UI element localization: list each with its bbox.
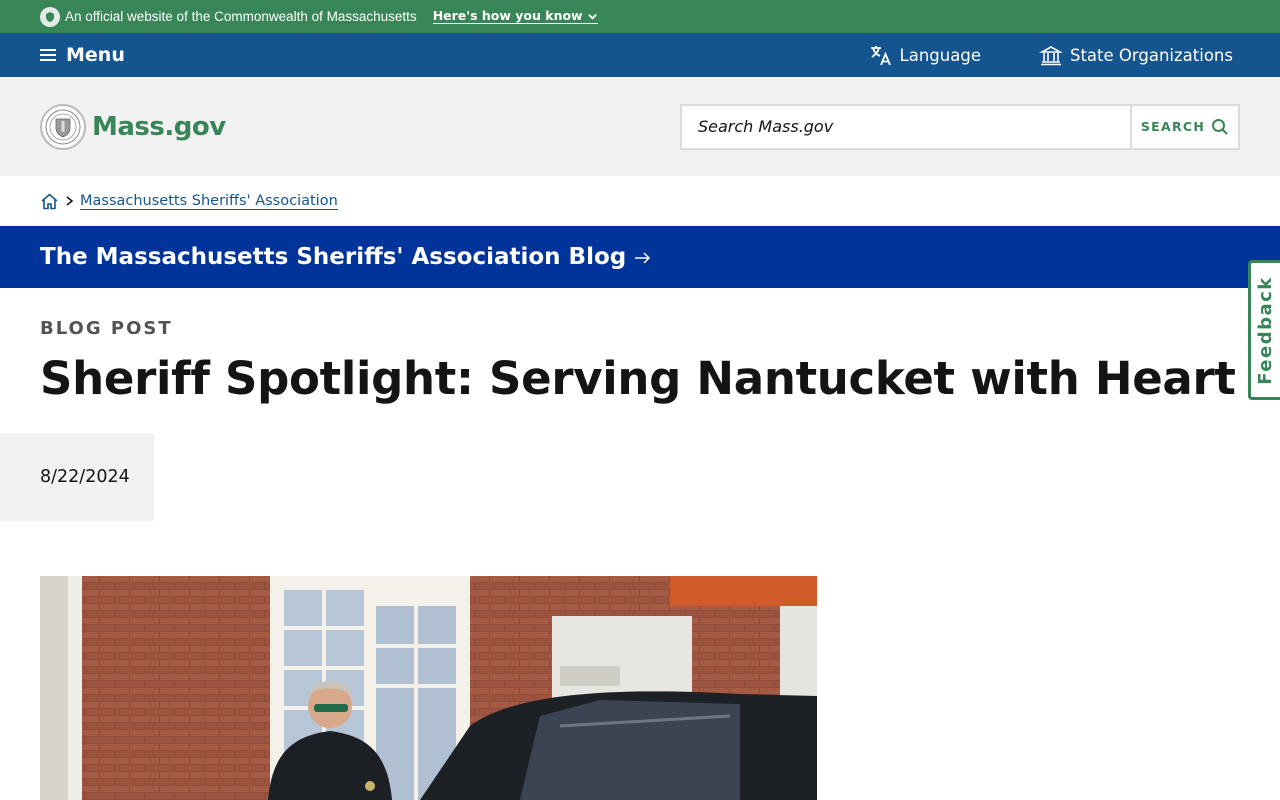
breadcrumb: Massachusetts Sheriffs' Association: [0, 176, 1280, 226]
translate-icon: [870, 46, 891, 66]
language-label: Language: [899, 45, 981, 65]
logo-wordmark: Mass.gov: [92, 111, 226, 142]
publish-date-box: 8/22/2024: [0, 433, 154, 521]
menu-label: Menu: [66, 44, 125, 66]
massachusetts-seal-icon: [40, 103, 86, 150]
mass-gov-logo[interactable]: Mass.gov: [40, 103, 226, 150]
how-you-know-label: Here's how you know: [432, 8, 583, 23]
breadcrumb-link[interactable]: Massachusetts Sheriffs' Association: [80, 193, 338, 210]
hamburger-icon: [40, 49, 56, 61]
home-link[interactable]: [40, 192, 59, 210]
how-you-know-link[interactable]: Here's how you know: [432, 8, 598, 24]
blog-banner-title: The Massachusetts Sheriffs' Association …: [40, 244, 627, 270]
home-icon: [41, 192, 58, 209]
official-site-text: An official website of the Commonwealth …: [65, 9, 417, 24]
official-site-banner: An official website of the Commonwealth …: [0, 0, 1280, 33]
publish-date: 8/22/2024: [40, 467, 130, 487]
chevron-down-icon: [587, 13, 597, 20]
menu-button[interactable]: Menu: [40, 44, 125, 66]
language-button[interactable]: Language: [869, 44, 981, 66]
search-button-label: SEARCH: [1140, 119, 1206, 134]
utility-nav: Menu Language State Organizations: [0, 33, 1280, 77]
seal-icon: [40, 6, 60, 27]
article-hero-image: [40, 576, 817, 800]
search-input[interactable]: [682, 105, 1130, 148]
building-icon: [1038, 46, 1063, 66]
search-icon: [1212, 118, 1228, 135]
search-form: SEARCH: [680, 103, 1240, 150]
site-header: Mass.gov SEARCH: [0, 77, 1280, 176]
page-title: Sheriff Spotlight: Serving Nantucket wit…: [40, 352, 1236, 405]
feedback-tab[interactable]: Feedback: [1248, 260, 1280, 400]
search-button[interactable]: SEARCH: [1130, 105, 1238, 148]
state-organizations-button[interactable]: State Organizations: [1038, 44, 1233, 66]
feedback-label: Feedback: [1255, 275, 1277, 385]
state-organizations-label: State Organizations: [1069, 45, 1233, 65]
content-type-label: BLOG POST: [40, 318, 173, 339]
blog-banner-link[interactable]: The Massachusetts Sheriffs' Association …: [0, 226, 1280, 288]
arrow-right-icon: [635, 252, 651, 264]
chevron-right-icon: [65, 196, 74, 206]
